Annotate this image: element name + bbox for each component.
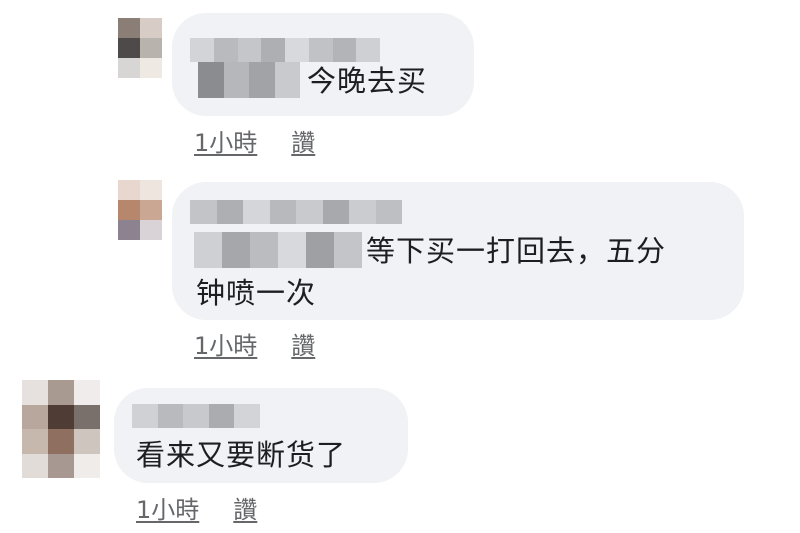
commenter-name-blurred[interactable] bbox=[190, 200, 402, 224]
blurred-mention bbox=[194, 232, 362, 268]
avatar[interactable] bbox=[118, 18, 162, 78]
comment-text: 看来又要断货了 bbox=[136, 438, 347, 472]
comment-actions: 1小時 讚 bbox=[136, 490, 257, 525]
comment-actions: 1小時 讚 bbox=[194, 123, 315, 158]
blurred-mention bbox=[198, 62, 300, 98]
comment-text: 今晚去买 bbox=[307, 64, 428, 98]
comment-text: 等下买一打回去，五分 bbox=[366, 234, 667, 268]
timestamp-link[interactable]: 1小時 bbox=[194, 326, 257, 361]
commenter-name-blurred[interactable] bbox=[132, 404, 260, 428]
comment-actions: 1小時 讚 bbox=[194, 326, 315, 361]
timestamp-link[interactable]: 1小時 bbox=[194, 123, 257, 158]
avatar[interactable] bbox=[22, 380, 100, 478]
like-button[interactable]: 讚 bbox=[233, 490, 257, 525]
like-button[interactable]: 讚 bbox=[291, 326, 315, 361]
avatar[interactable] bbox=[118, 180, 162, 240]
timestamp-link[interactable]: 1小時 bbox=[136, 490, 199, 525]
like-button[interactable]: 讚 bbox=[291, 123, 315, 158]
comment-text-line2: 钟喷一次 bbox=[196, 276, 317, 310]
